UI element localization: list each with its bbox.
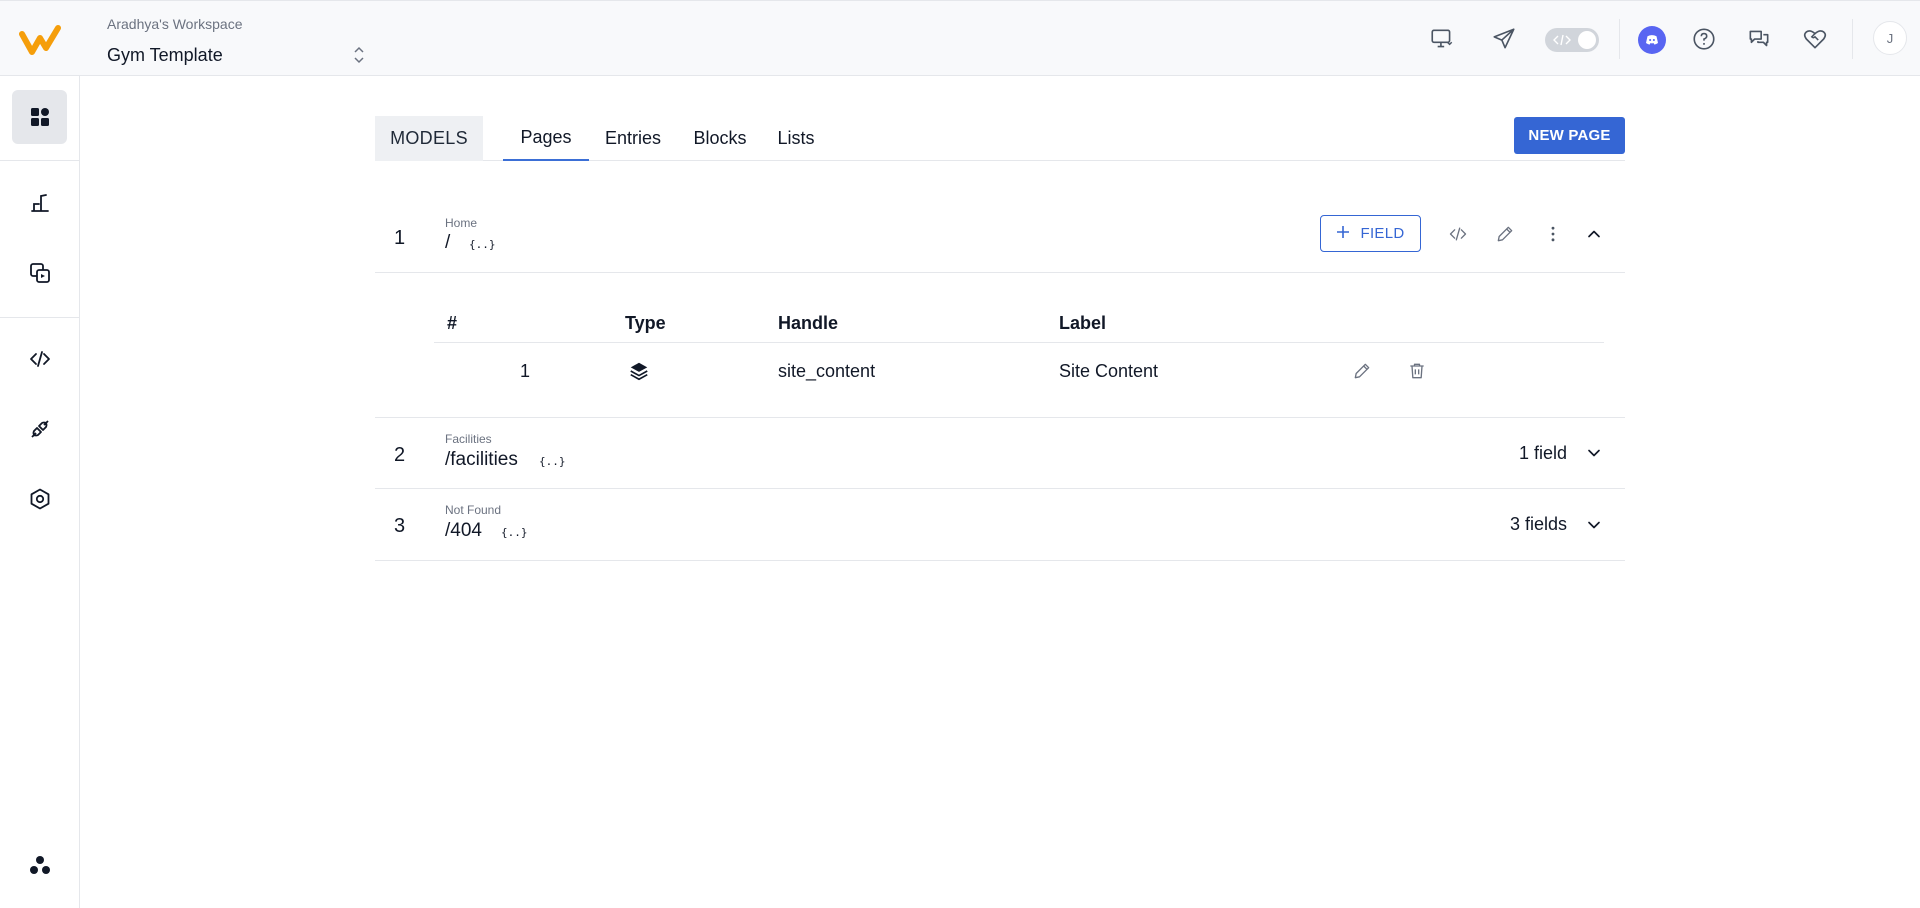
plus-icon [1336,225,1350,243]
models-label: MODELS [375,116,483,161]
page-number: 3 [394,515,406,537]
dev-mode-toggle[interactable] [1545,28,1599,52]
page-name: Facilities [445,432,492,446]
table-divider [434,342,1604,343]
app-logo-icon[interactable] [18,18,62,62]
media-icon[interactable] [12,246,67,300]
delete-field-icon[interactable] [1405,359,1429,383]
dashboard-icon[interactable] [12,90,67,144]
organization-icon[interactable] [12,838,67,892]
project-selector[interactable]: Gym Template [107,45,223,66]
preview-icon[interactable] [1426,23,1458,55]
page-number: 2 [394,444,406,466]
field-count: 1 field [1518,443,1567,463]
column-header-label: Label [1059,313,1107,333]
avatar[interactable]: J [1873,21,1907,55]
column-header-num: # [447,313,458,333]
add-field-button[interactable]: FIELD [1320,215,1421,252]
more-options-icon[interactable] [1541,222,1565,246]
page-path: /facilities [445,449,518,470]
sidebar [0,76,80,908]
json-braces-icon[interactable]: {..} [501,526,528,539]
column-header-handle: Handle [778,313,839,333]
page-row-not-found[interactable]: 3 Not Found /404 {..} 3 fields [375,489,1625,561]
new-page-button[interactable]: NEW PAGE [1514,117,1625,154]
column-header-type: Type [625,313,666,333]
send-icon[interactable] [1488,23,1520,55]
code-icon[interactable] [1446,222,1470,246]
json-braces-icon[interactable]: {..} [539,455,566,468]
field-number: 1 [520,361,531,381]
field-label: Site Content [1059,361,1159,381]
page-number: 1 [394,227,406,249]
tab-entries[interactable]: Entries [602,116,664,161]
integration-icon[interactable] [12,402,67,456]
chevron-up-icon[interactable] [1582,222,1606,246]
page-name: Not Found [445,503,502,517]
chat-icon[interactable] [1743,23,1775,55]
tab-blocks[interactable]: Blocks [692,116,748,161]
add-field-label: FIELD [1360,225,1405,242]
layers-icon [628,360,652,384]
settings-icon[interactable] [12,472,67,526]
field-count: 3 fields [1509,514,1567,534]
edit-field-icon[interactable] [1350,359,1374,383]
workspace-name: Aradhya's Workspace [107,16,243,32]
chevron-up-down-icon[interactable] [352,45,366,65]
tab-pages[interactable]: Pages [503,116,589,161]
discord-icon[interactable] [1638,26,1666,54]
models-tab-bar: MODELS Pages Entries Blocks Lists [375,116,1625,161]
heart-handshake-icon[interactable] [1799,23,1831,55]
page-path: / [445,232,451,253]
page-path: /404 [445,520,482,541]
json-braces-icon[interactable]: {..} [469,238,496,251]
top-bar: Aradhya's Workspace Gym Template J [0,0,1920,76]
field-handle: site_content [778,361,876,381]
tab-lists[interactable]: Lists [775,116,817,161]
page-row-facilities[interactable]: 2 Facilities /facilities {..} 1 field [375,418,1625,489]
page-row-home[interactable]: 1 Home / {..} FIELD [375,196,1625,273]
page-name: Home [445,216,478,230]
content-icon[interactable] [12,176,67,230]
edit-icon[interactable] [1493,222,1517,246]
chevron-down-icon[interactable] [1582,441,1606,465]
code-icon[interactable] [12,332,67,386]
chevron-down-icon[interactable] [1582,513,1606,537]
help-icon[interactable] [1688,23,1720,55]
